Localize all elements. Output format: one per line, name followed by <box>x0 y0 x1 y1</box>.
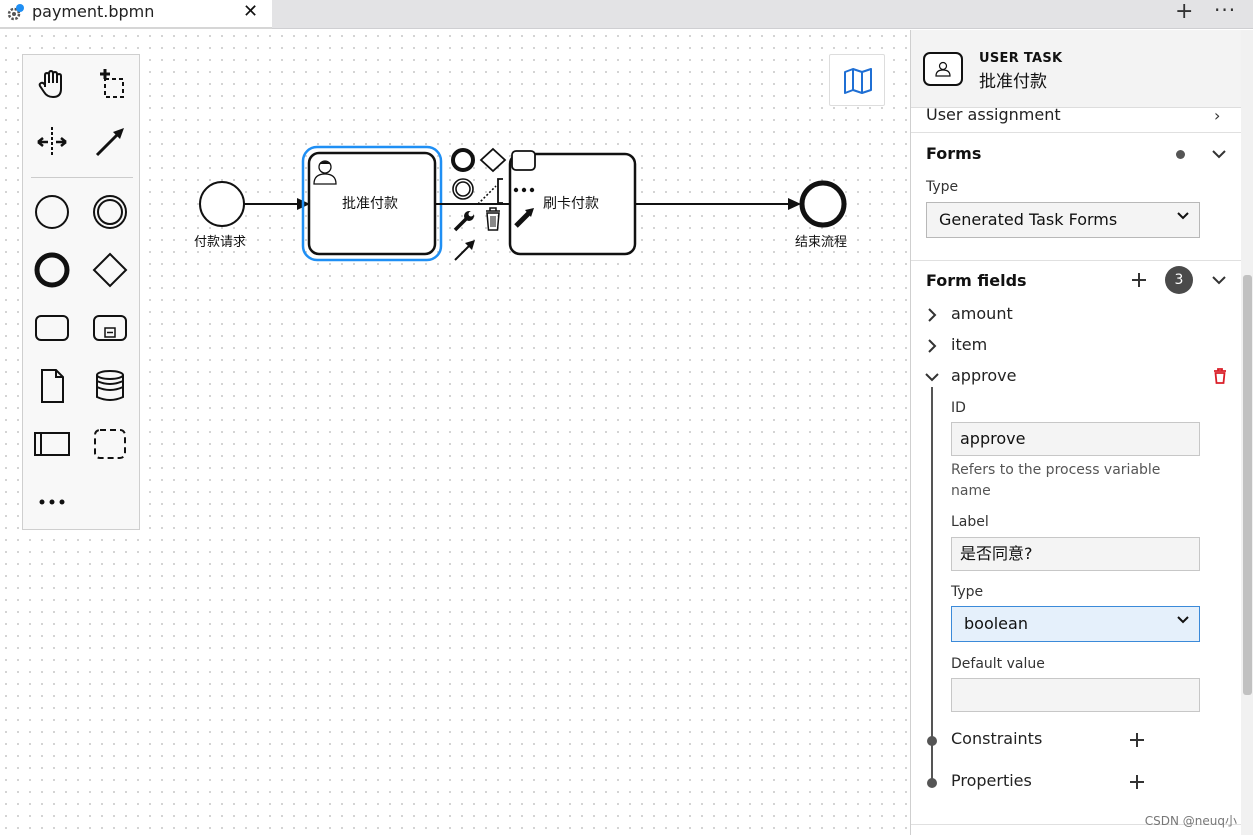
panel-header: USER TASK 批准付款 <box>911 30 1253 108</box>
user-task-icon <box>923 52 963 86</box>
append-gateway-icon[interactable] <box>479 147 507 173</box>
id-label: ID <box>951 400 966 416</box>
add-property-icon[interactable] <box>1129 774 1145 790</box>
form-fields-title: Form fields <box>926 271 1027 290</box>
bpmn-canvas[interactable]: 付款请求 批准付款 刷卡付款 结束流程 <box>0 30 910 835</box>
label-input[interactable]: 是否同意? <box>951 537 1200 571</box>
task-approve-label: 批准付款 <box>342 196 398 212</box>
field-item-item[interactable]: item <box>911 335 1241 361</box>
chevron-down-icon <box>1177 212 1189 220</box>
more-icon[interactable]: ··· <box>1214 0 1236 22</box>
connect-icon[interactable] <box>477 185 497 205</box>
constraints-row[interactable]: Constraints <box>911 729 1241 755</box>
label-value: 是否同意? <box>960 544 1033 563</box>
properties-row[interactable]: Properties <box>911 771 1241 797</box>
task-payment-label: 刷卡付款 <box>543 196 599 212</box>
field-item-amount[interactable]: amount <box>911 304 1241 330</box>
chevron-right-icon <box>928 339 937 353</box>
chevron-down-icon <box>925 373 939 382</box>
append-end-event-icon[interactable] <box>451 148 475 172</box>
chevron-right-icon: › <box>1214 106 1221 125</box>
end-event[interactable] <box>799 180 847 228</box>
forms-type-value: Generated Task Forms <box>939 210 1118 229</box>
form-fields-section-header[interactable]: Form fields 3 <box>911 261 1241 301</box>
chevron-down-icon <box>1212 276 1226 285</box>
tab-title: payment.bpmn <box>32 2 155 21</box>
tree-node-dot <box>927 778 937 788</box>
field-type-select[interactable]: boolean <box>951 606 1200 642</box>
default-value-input[interactable] <box>951 678 1200 712</box>
forms-type-label: Type <box>926 179 959 195</box>
properties-panel: USER TASK 批准付款 User assignment › Forms T… <box>910 30 1253 835</box>
field-type-label: Type <box>951 584 984 600</box>
arrow-head <box>788 198 801 210</box>
field-name: approve <box>951 366 1017 385</box>
add-tab-icon[interactable]: + <box>1175 0 1193 24</box>
chevron-right-icon <box>928 308 937 322</box>
add-field-icon[interactable] <box>1131 272 1147 288</box>
close-icon[interactable]: ✕ <box>243 3 258 21</box>
scrollbar-thumb[interactable] <box>1243 275 1252 695</box>
user-assignment-title: User assignment <box>926 105 1061 124</box>
chevron-down-icon <box>1212 150 1226 159</box>
trash-icon[interactable] <box>1213 368 1227 384</box>
element-type: USER TASK <box>979 51 1063 66</box>
wrench-icon[interactable] <box>453 211 474 232</box>
add-constraint-icon[interactable] <box>1129 732 1145 748</box>
field-type-value: boolean <box>964 614 1028 633</box>
id-hint: Refers to the process variable name <box>951 462 1161 499</box>
append-task-icon[interactable] <box>511 150 536 171</box>
field-name: item <box>951 335 988 354</box>
label-label: Label <box>951 514 989 530</box>
form-fields-count-badge: 3 <box>1165 266 1193 294</box>
start-event[interactable] <box>199 181 245 227</box>
panel-scrollbar[interactable] <box>1241 30 1253 835</box>
gear-icon <box>7 4 24 21</box>
tree-node-dot <box>927 736 937 746</box>
forms-type-select[interactable]: Generated Task Forms <box>926 202 1200 238</box>
trash-icon[interactable] <box>486 207 500 231</box>
status-dot-icon <box>1176 150 1185 159</box>
forms-section-header[interactable]: Forms <box>911 133 1241 173</box>
start-event-label: 付款请求 <box>194 235 247 250</box>
tab-payment-bpmn[interactable]: payment.bpmn ✕ <box>0 0 272 29</box>
tab-bar: payment.bpmn ✕ + ··· <box>0 0 1253 29</box>
watermark-text: CSDN @neuq小 <box>1144 814 1237 828</box>
end-event-label: 结束流程 <box>795 235 848 250</box>
properties-title: Properties <box>951 771 1032 790</box>
constraints-title: Constraints <box>951 729 1043 748</box>
chevron-down-icon <box>1177 616 1189 624</box>
id-input[interactable]: approve <box>951 422 1200 456</box>
element-name: 批准付款 <box>979 72 1047 92</box>
default-value-label: Default value <box>951 656 1045 672</box>
field-item-approve[interactable]: approve <box>911 366 1241 392</box>
field-name: amount <box>951 304 1013 323</box>
connect-arrow-icon[interactable] <box>454 240 475 261</box>
id-value: approve <box>960 429 1026 448</box>
more-options-icon[interactable] <box>513 187 519 193</box>
bpmn-diagram <box>199 145 847 262</box>
forms-title: Forms <box>926 144 982 163</box>
tree-line <box>931 387 933 783</box>
text-annotation-icon[interactable] <box>497 178 503 204</box>
user-assignment-section[interactable]: User assignment › <box>911 105 1241 132</box>
